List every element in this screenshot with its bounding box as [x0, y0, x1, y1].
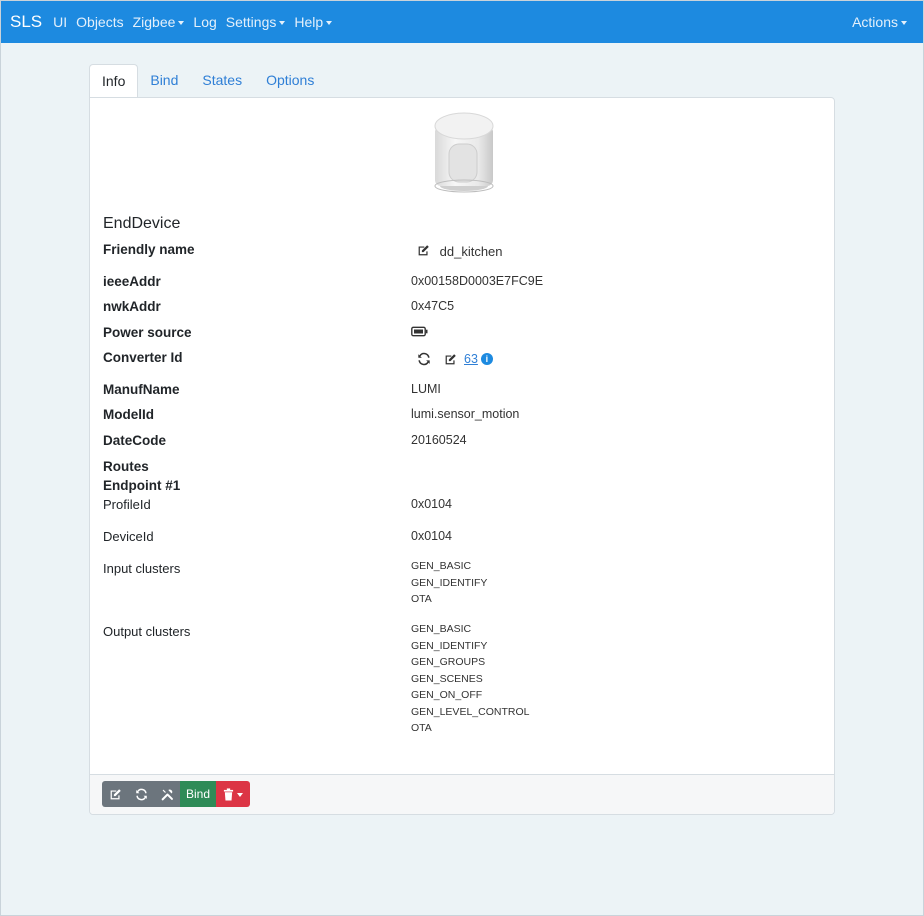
- brand-logo[interactable]: SLS: [10, 12, 42, 32]
- device-tabs: Info Bind States Options: [89, 64, 326, 99]
- top-navbar: SLS UI Objects Zigbee Log Settings Help …: [1, 1, 923, 43]
- tab-info[interactable]: Info: [89, 64, 139, 99]
- refresh-button[interactable]: [128, 781, 154, 807]
- model-id-label: ModelId: [103, 407, 154, 422]
- output-clusters-list: GEN_BASIC GEN_IDENTIFY GEN_GROUPS GEN_SC…: [411, 621, 529, 737]
- nav-objects-label: Objects: [76, 14, 124, 30]
- caret-down-icon: [901, 20, 907, 25]
- tab-options[interactable]: Options: [254, 64, 326, 97]
- nav-log-label: Log: [193, 14, 217, 30]
- edit-icon[interactable]: [417, 244, 430, 257]
- input-clusters-list: GEN_BASIC GEN_IDENTIFY OTA: [411, 558, 487, 608]
- tools-button[interactable]: [154, 781, 180, 807]
- cluster-item: OTA: [411, 722, 432, 734]
- converter-id-label: Converter Id: [103, 350, 183, 365]
- output-clusters-label: Output clusters: [103, 624, 191, 639]
- device-type-heading: EndDevice: [103, 215, 181, 232]
- nav-zigbee-dropdown[interactable]: Zigbee: [133, 14, 185, 30]
- card-footer: Bind: [90, 774, 834, 814]
- delete-dropdown-button[interactable]: [216, 781, 250, 807]
- device-id-label: DeviceId: [103, 529, 154, 544]
- nav-help-dropdown[interactable]: Help: [294, 14, 333, 30]
- device-info-card: EndDevice Friendly name dd_kitchen ieeeA…: [89, 97, 835, 815]
- nav-settings-dropdown[interactable]: Settings: [226, 14, 286, 30]
- cluster-item: GEN_ON_OFF: [411, 689, 483, 701]
- model-id-value: lumi.sensor_motion: [411, 407, 520, 421]
- edit-icon[interactable]: [444, 353, 457, 366]
- manuf-name-value: LUMI: [411, 382, 441, 396]
- nav-zigbee-label: Zigbee: [132, 14, 176, 30]
- actions-label: Actions: [852, 14, 898, 30]
- caret-down-icon: [178, 20, 185, 25]
- cluster-item: OTA: [411, 593, 432, 605]
- endpoint-title: Endpoint #1: [103, 478, 181, 493]
- refresh-icon[interactable]: [417, 352, 431, 366]
- battery-icon: [411, 326, 428, 340]
- converter-id-link[interactable]: 63: [464, 352, 478, 366]
- power-source-label: Power source: [103, 325, 192, 340]
- ieee-addr-value: 0x00158D0003E7FC9E: [411, 274, 544, 288]
- ieee-addr-label: ieeeAddr: [103, 274, 161, 289]
- nwk-addr-label: nwkAddr: [103, 299, 161, 314]
- device-image: [434, 112, 494, 193]
- caret-down-icon: [237, 792, 243, 797]
- edit-button[interactable]: [102, 781, 128, 807]
- cluster-item: GEN_GROUPS: [411, 656, 486, 668]
- actions-dropdown[interactable]: Actions: [852, 14, 907, 30]
- cluster-item: GEN_BASIC: [411, 623, 472, 635]
- friendly-name-value: dd_kitchen: [417, 244, 503, 259]
- device-id-value: 0x0104: [411, 529, 453, 543]
- nav-help-label: Help: [294, 14, 324, 30]
- bind-button[interactable]: Bind: [180, 781, 216, 807]
- datecode-label: DateCode: [103, 433, 167, 448]
- tab-states[interactable]: States: [190, 64, 254, 97]
- manuf-name-label: ManufName: [103, 382, 180, 397]
- trash-icon: [223, 787, 234, 800]
- tab-bind[interactable]: Bind: [138, 64, 190, 97]
- routes-label: Routes: [103, 459, 149, 474]
- datecode-value: 20160524: [411, 433, 467, 447]
- nav-objects[interactable]: Objects: [76, 14, 123, 30]
- cluster-item: GEN_LEVEL_CONTROL: [411, 705, 530, 718]
- nav-ui-label: UI: [53, 14, 68, 30]
- profile-id-value: 0x0104: [411, 497, 453, 511]
- friendly-name-label: Friendly name: [103, 242, 195, 257]
- cluster-item: GEN_IDENTIFY: [411, 639, 488, 652]
- nwk-addr-value: 0x47C5: [411, 299, 455, 313]
- cluster-item: GEN_IDENTIFY: [411, 576, 488, 589]
- cluster-item: GEN_SCENES: [411, 672, 483, 685]
- profile-id-label: ProfileId: [103, 497, 151, 512]
- friendly-name-text: dd_kitchen: [439, 244, 503, 259]
- refresh-icon: [135, 788, 147, 800]
- edit-icon: [110, 788, 121, 799]
- converter-id-value: 63 i: [417, 352, 493, 366]
- cluster-item: GEN_BASIC: [411, 560, 472, 572]
- nav-ui[interactable]: UI: [53, 14, 67, 30]
- info-icon[interactable]: i: [480, 353, 493, 365]
- nav-log[interactable]: Log: [193, 14, 216, 30]
- input-clusters-label: Input clusters: [103, 561, 181, 576]
- nav-settings-label: Settings: [225, 14, 277, 30]
- caret-down-icon: [279, 20, 286, 25]
- caret-down-icon: [326, 20, 333, 25]
- device-action-buttons: Bind: [102, 781, 250, 807]
- tools-icon: [161, 789, 173, 800]
